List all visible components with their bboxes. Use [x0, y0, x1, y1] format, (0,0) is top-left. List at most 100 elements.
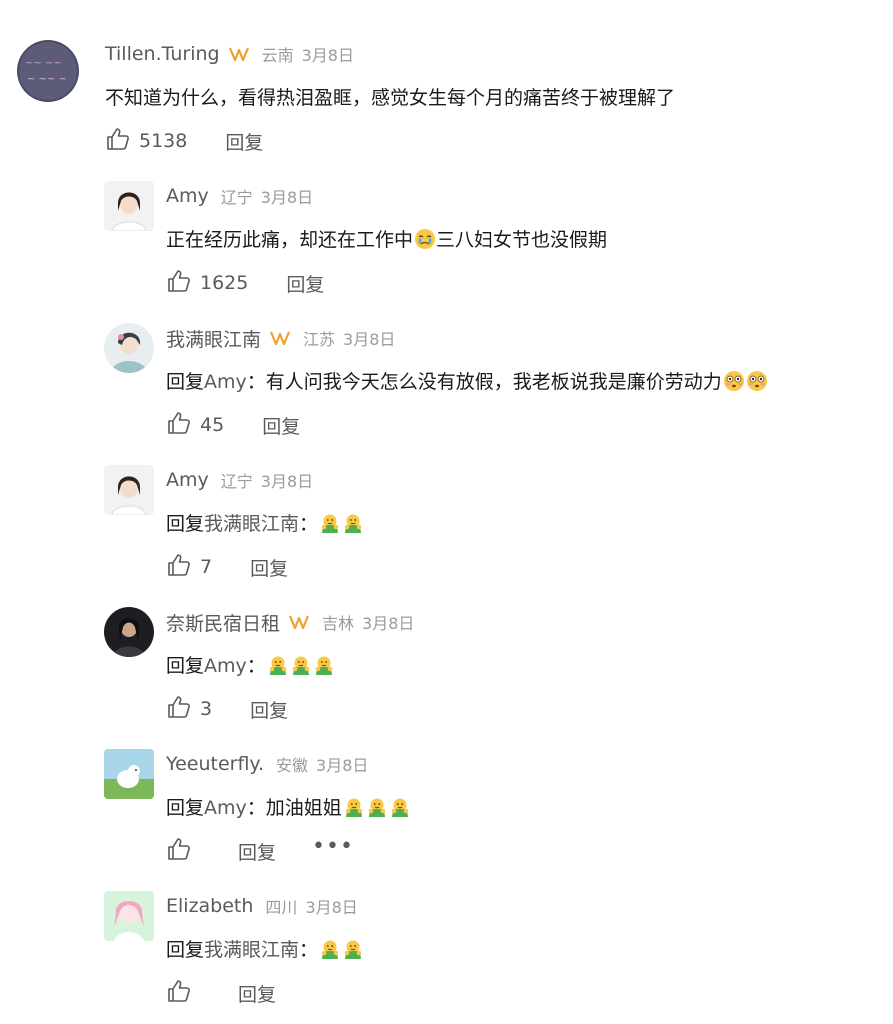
date: 3月8日: [362, 614, 415, 633]
username[interactable]: Yeeuterfly.: [166, 753, 264, 775]
username[interactable]: 奈斯民宿日租: [166, 609, 280, 636]
comment-actions: 7 回复: [166, 552, 288, 582]
hug-emoji-icon: [342, 512, 364, 534]
like-count: 7: [200, 556, 213, 578]
more-dots-icon[interactable]: •••: [312, 836, 354, 860]
comment-actions: 1625 回复: [166, 268, 324, 298]
hug-emoji-icon: [366, 796, 388, 818]
like-button[interactable]: [166, 978, 200, 1008]
flushed-emoji-icon: [746, 370, 768, 392]
vip-badge-icon: [269, 329, 291, 347]
location: 安徽: [276, 756, 309, 775]
thumbs-up-icon: [166, 836, 192, 866]
like-button[interactable]: 3: [166, 694, 212, 724]
vip-badge-icon: [288, 613, 310, 631]
reply-button[interactable]: 回复: [238, 838, 276, 865]
hug-emoji-icon: [319, 512, 341, 534]
comment-text: 回复Amy：有人问我今天怎么没有放假，我老板说我是廉价劳动力: [166, 368, 768, 396]
comment-meta: Amy 辽宁 3月8日: [166, 467, 313, 493]
hug-emoji-icon: [342, 938, 364, 960]
comment-actions: 45 回复: [166, 410, 300, 440]
hug-emoji-icon: [389, 796, 411, 818]
thumbs-up-icon: [166, 410, 192, 440]
reply-button[interactable]: 回复: [225, 128, 263, 155]
thumbs-up-icon: [166, 694, 192, 724]
reply-prefix: 回复: [166, 513, 205, 535]
date: 3月8日: [343, 330, 396, 349]
date: 3月8日: [301, 46, 354, 65]
like-button[interactable]: 5138: [105, 126, 187, 156]
avatar[interactable]: [104, 181, 154, 231]
comment-meta: 我满眼江南 江苏 3月8日: [166, 325, 395, 351]
reply-target-link[interactable]: 我满眼江南: [204, 513, 299, 535]
username[interactable]: Tillen.Turing: [105, 43, 220, 65]
avatar[interactable]: [104, 323, 154, 373]
reply-button[interactable]: 回复: [250, 696, 288, 723]
comment-body: ：: [299, 939, 319, 961]
reply-target-link[interactable]: Amy: [204, 371, 247, 393]
comment-body: 不知道为什么，看得热泪盈眶，感觉女生每个月的痛苦终于被理解了: [105, 87, 676, 109]
location: 吉林: [322, 614, 355, 633]
location: 云南: [261, 46, 294, 65]
thumbs-up-icon: [166, 268, 192, 298]
like-button[interactable]: [166, 836, 200, 866]
location: 辽宁: [220, 472, 253, 491]
comment-body: ：: [246, 655, 266, 677]
hug-emoji-icon: [319, 938, 341, 960]
reply-target-link[interactable]: Amy: [204, 797, 247, 819]
like-button[interactable]: 1625: [166, 268, 248, 298]
location: 辽宁: [220, 188, 253, 207]
reply-prefix: 回复: [166, 939, 205, 961]
like-count: 45: [200, 414, 225, 436]
svg-text:~ ~~ ~: ~ ~~ ~: [27, 74, 67, 85]
username[interactable]: Amy: [166, 185, 209, 207]
date: 3月8日: [260, 472, 314, 491]
like-button[interactable]: 7: [166, 552, 212, 582]
avatar[interactable]: [104, 465, 154, 515]
like-count: 1625: [200, 272, 249, 294]
comment-body-continued: 三八妇女节也没假期: [436, 229, 608, 251]
comment-meta: 奈斯民宿日租 吉林 3月8日: [166, 609, 414, 635]
comment-actions: 回复 •••: [166, 836, 354, 866]
comment-text: 回复我满眼江南：: [166, 936, 364, 964]
like-count: 5138: [139, 130, 188, 152]
thumbs-up-icon: [105, 126, 131, 156]
hug-emoji-icon: [313, 654, 335, 676]
reply-button[interactable]: 回复: [286, 270, 324, 297]
comment-body: ：加油姐姐: [246, 797, 342, 819]
comment-actions: 回复: [166, 978, 276, 1008]
crying-emoji-icon: [414, 228, 436, 250]
thumbs-up-icon: [166, 552, 192, 582]
location: 江苏: [303, 330, 336, 349]
comment-text: 不知道为什么，看得热泪盈眶，感觉女生每个月的痛苦终于被理解了: [105, 84, 675, 112]
reply-button[interactable]: 回复: [238, 980, 276, 1007]
like-button[interactable]: 45: [166, 410, 224, 440]
reply-button[interactable]: 回复: [262, 412, 300, 439]
comment-actions: 5138 回复: [105, 126, 263, 156]
avatar[interactable]: [104, 749, 154, 799]
reply-target-link[interactable]: 我满眼江南: [204, 939, 299, 961]
comment-body: ：有人问我今天怎么没有放假，我老板说我是廉价劳动力: [246, 371, 722, 393]
username[interactable]: Amy: [166, 469, 209, 491]
hug-emoji-icon: [343, 796, 365, 818]
date: 3月8日: [316, 756, 369, 775]
comment-meta: Tillen.Turing 云南 3月8日: [105, 41, 354, 67]
avatar[interactable]: [104, 607, 154, 657]
date: 3月8日: [260, 188, 314, 207]
comment-body: ：: [299, 513, 319, 535]
svg-text:~~ ~~: ~~ ~~: [25, 58, 62, 69]
comment-meta: Amy 辽宁 3月8日: [166, 183, 313, 209]
reply-prefix: 回复: [166, 371, 205, 393]
username[interactable]: 我满眼江南: [166, 325, 261, 352]
username[interactable]: Elizabeth: [166, 895, 253, 917]
flushed-emoji-icon: [723, 370, 745, 392]
reply-target-link[interactable]: Amy: [204, 655, 247, 677]
avatar[interactable]: [104, 891, 154, 941]
comment-text: 回复我满眼江南：: [166, 510, 364, 538]
like-count: 3: [200, 698, 213, 720]
location: 四川: [265, 898, 298, 917]
comment-actions: 3 回复: [166, 694, 288, 724]
comment-meta: Elizabeth 四川 3月8日: [166, 893, 358, 919]
avatar[interactable]: ~~ ~~ ~ ~~ ~: [17, 40, 79, 102]
reply-button[interactable]: 回复: [250, 554, 288, 581]
